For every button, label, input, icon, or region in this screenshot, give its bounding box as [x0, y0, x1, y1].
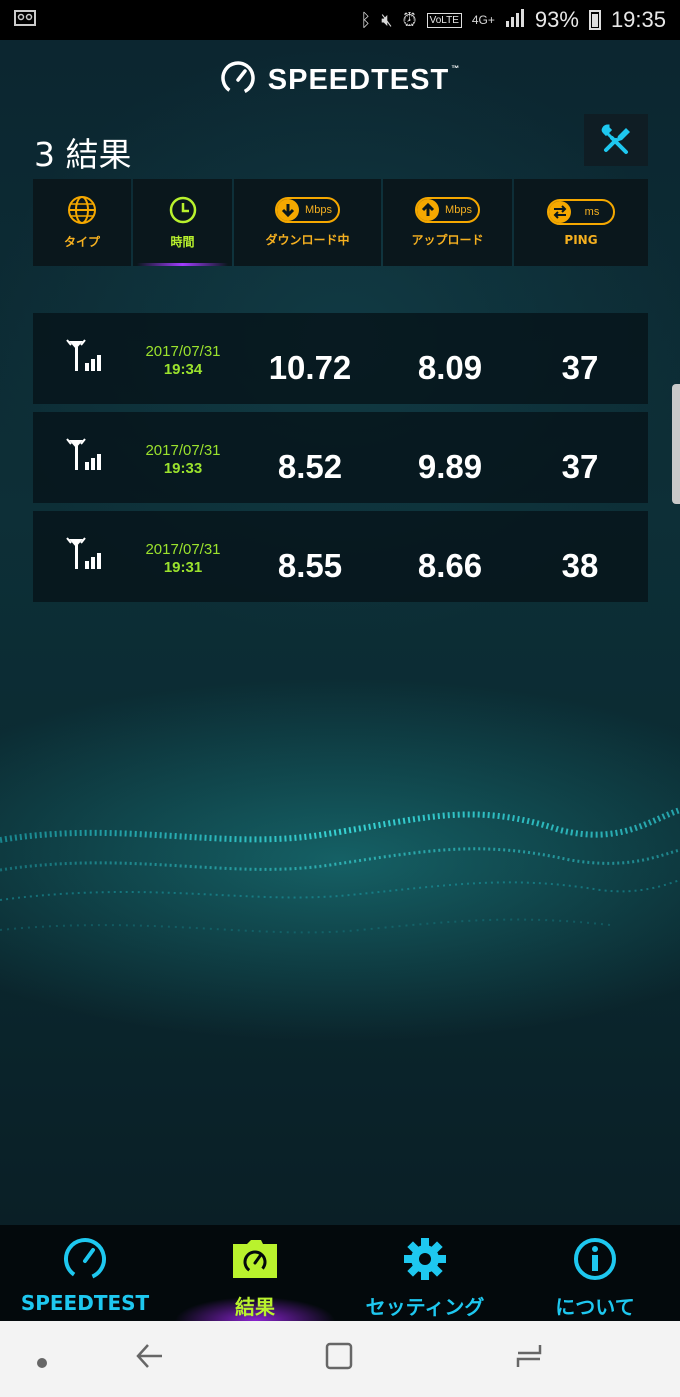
results-folder-icon: [233, 1240, 277, 1278]
column-type[interactable]: タイプ: [33, 179, 131, 266]
download-value: 8.52: [277, 448, 343, 485]
result-row[interactable]: 2017/07/31 19:33 8.52 9.89 37: [33, 412, 648, 503]
clock-icon: [169, 196, 196, 224]
download-unit-pill: Mbps: [275, 197, 340, 223]
bottom-navigation: SPEEDTEST 結果 セッティング について: [0, 1225, 680, 1321]
column-time[interactable]: 時間: [133, 179, 232, 266]
bluetooth-icon: ᛒ: [360, 9, 372, 30]
upload-value: 9.89: [417, 448, 483, 485]
column-ping[interactable]: ms PING: [514, 179, 648, 266]
ping-value: 38: [561, 547, 599, 584]
cell-signal-icon: [66, 339, 101, 371]
upload-value: 8.66: [417, 547, 483, 584]
speedometer-logo-icon: [220, 60, 256, 100]
app-logo-text: SPEEDTEST ™: [267, 63, 461, 96]
tools-button[interactable]: [584, 114, 648, 166]
result-datetime: 2017/07/31 19:31: [145, 541, 221, 576]
column-download[interactable]: Mbps ダウンロード中: [234, 179, 381, 266]
network-type: 4G+: [471, 13, 495, 27]
results-title: 3 結果: [34, 135, 132, 174]
clock: 19:35: [610, 7, 666, 32]
alarm-icon: ⏰︎: [402, 9, 417, 30]
results-column-headers: タイプ 時間 Mbps ダウンロード中 Mbps アップロード ms PING: [33, 179, 648, 266]
tools-icon: [601, 124, 630, 154]
back-icon[interactable]: [134, 1341, 164, 1375]
result-row[interactable]: 2017/07/31 19:31 8.55 8.66 38: [33, 511, 648, 602]
scrollbar-handle[interactable]: [672, 384, 680, 504]
nav-about[interactable]: について: [530, 1225, 660, 1321]
ping-arrows-icon: [548, 200, 571, 223]
battery-percent: 93%: [534, 7, 579, 32]
cell-signal-icon: [66, 438, 101, 470]
nav-settings[interactable]: セッティング: [348, 1225, 502, 1321]
download-arrow-icon: [277, 199, 300, 221]
result-datetime: 2017/07/31 19:33: [145, 442, 221, 477]
signal-icon: [505, 7, 525, 33]
download-value: 8.55: [277, 547, 343, 584]
result-datetime: 2017/07/31 19:34: [145, 343, 221, 378]
status-bar: ᛒ 🔇︎ ⏰︎ VoLTE 4G+ 93% 19:35: [0, 0, 680, 40]
column-label: PING: [564, 232, 598, 247]
column-label: タイプ: [63, 235, 100, 249]
result-row[interactable]: 2017/07/31 19:34 10.72 8.09 37: [33, 313, 648, 404]
system-navigation-bar: [0, 1321, 680, 1397]
battery-icon: [588, 10, 601, 30]
column-label: ダウンロード中: [265, 233, 350, 247]
home-icon[interactable]: [324, 1341, 354, 1375]
cell-signal-icon: [66, 537, 101, 569]
column-upload[interactable]: Mbps アップロード: [383, 179, 512, 266]
app-header: SPEEDTEST ™: [0, 58, 680, 102]
mute-icon: 🔇︎: [381, 9, 393, 30]
gear-icon: [404, 1238, 446, 1280]
ping-value: 37: [561, 448, 599, 485]
speedometer-icon: [64, 1238, 106, 1280]
nav-speedtest[interactable]: SPEEDTEST: [10, 1225, 160, 1321]
ping-value: 37: [561, 349, 599, 386]
info-icon: [574, 1238, 616, 1280]
volte-badge: VoLTE: [426, 12, 462, 28]
ping-unit-pill: ms: [546, 198, 616, 225]
download-value: 10.72: [268, 349, 352, 386]
upload-unit-pill: Mbps: [415, 197, 480, 223]
voicemail-icon: [14, 9, 44, 31]
recent-apps-icon[interactable]: [514, 1341, 544, 1375]
upload-value: 8.09: [417, 349, 483, 386]
dot-icon[interactable]: [36, 1354, 48, 1373]
column-label: 時間: [170, 235, 195, 249]
upload-arrow-icon: [417, 199, 440, 221]
column-label: アップロード: [411, 233, 484, 247]
globe-icon: [68, 196, 96, 224]
wave-decoration: [0, 807, 680, 934]
nav-results[interactable]: 結果: [185, 1225, 325, 1321]
